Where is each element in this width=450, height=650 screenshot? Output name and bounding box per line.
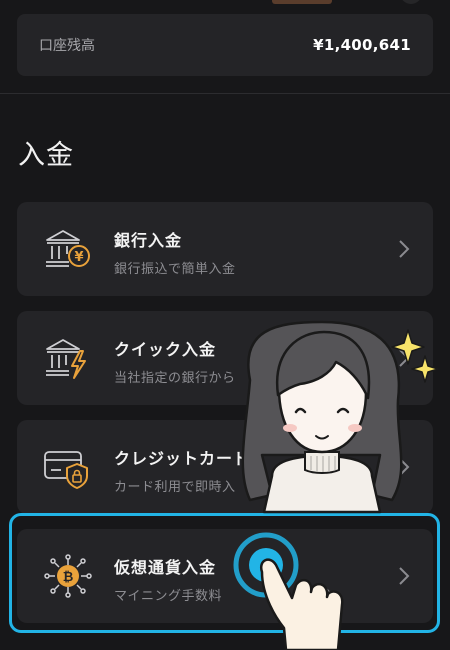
deposit-method-title: クレジットカード xyxy=(114,449,251,468)
chevron-right-icon xyxy=(399,458,410,476)
deposit-method-subtitle: 当社指定の銀行から xyxy=(114,371,236,386)
deposit-method-credit-card[interactable]: クレジットカード カード利用で即時入 xyxy=(17,420,433,514)
account-balance-card: 口座残高 ¥1,400,641 xyxy=(17,14,433,76)
page-title: 入金 xyxy=(18,140,74,171)
credit-card-lock-icon xyxy=(44,451,88,489)
svg-text:¥: ¥ xyxy=(74,250,83,265)
bank-yen-icon: ¥ xyxy=(46,230,90,267)
section-divider xyxy=(0,93,450,94)
top-edge xyxy=(0,0,450,14)
deposit-method-quick[interactable]: クイック入金 当社指定の銀行から xyxy=(17,311,433,405)
deposit-method-title: クイック入金 xyxy=(114,340,217,359)
selection-highlight-frame xyxy=(9,513,440,633)
top-edge-accent xyxy=(272,0,332,4)
deposit-method-subtitle: カード利用で即時入 xyxy=(114,480,236,495)
chevron-right-icon xyxy=(399,349,410,367)
balance-label: 口座残高 xyxy=(39,38,95,54)
deposit-method-title: 銀行入金 xyxy=(114,231,183,250)
balance-value: ¥1,400,641 xyxy=(313,36,411,54)
chevron-right-icon xyxy=(399,240,410,258)
bank-lightning-icon xyxy=(46,339,86,379)
deposit-method-bank[interactable]: ¥ 銀行入金 銀行振込で簡単入金 xyxy=(17,202,433,296)
top-edge-button[interactable] xyxy=(400,0,422,4)
deposit-method-subtitle: 銀行振込で簡単入金 xyxy=(114,262,236,277)
